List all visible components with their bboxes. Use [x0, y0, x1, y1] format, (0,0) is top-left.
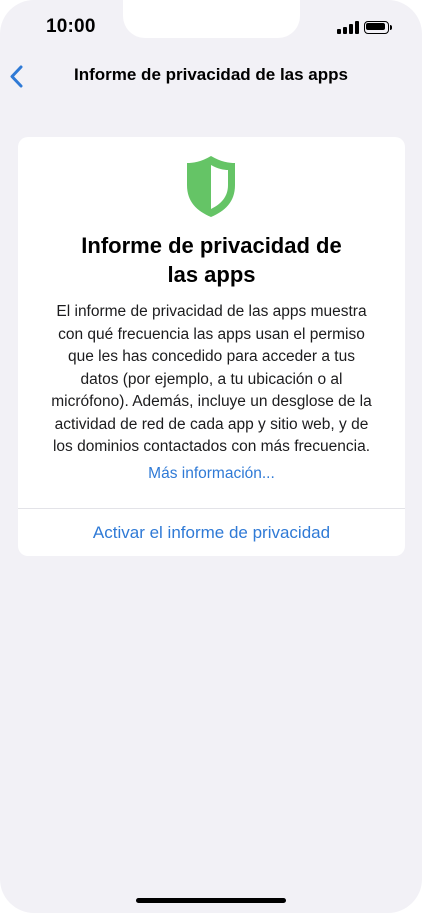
description-line: micrófono). Además, incluye un desglose …: [51, 393, 372, 410]
activate-privacy-report-button[interactable]: Activar el informe de privacidad: [18, 509, 405, 556]
shield-icon: [187, 156, 235, 217]
battery-icon: [364, 21, 392, 34]
navigation-bar: Informe de privacidad de las apps: [0, 54, 422, 98]
phone-screen: 10:00 Informe de privacidad de las apps …: [0, 0, 422, 913]
card-title-line: Informe de privacidad de: [81, 233, 342, 258]
card-title: Informe de privacidad de las apps: [48, 231, 375, 289]
status-time: 10:00: [46, 16, 96, 37]
description-line: los dominios contactados con más frecuen…: [52, 438, 371, 455]
description-line: datos (por ejemplo, a tu ubicación o al: [80, 370, 343, 388]
description-line: El informe de privacidad de las apps mue…: [56, 303, 367, 320]
card-description: El informe de privacidad de las apps mue…: [28, 301, 395, 459]
card-title-line: las apps: [167, 262, 256, 287]
description-line: con qué frecuencia las apps usan el perm…: [58, 325, 365, 343]
back-button[interactable]: [6, 60, 34, 92]
cellular-signal-icon: [337, 21, 359, 34]
description-line: actividad de red de cada app y sitio web…: [54, 415, 369, 433]
more-info-link[interactable]: Más información...: [18, 465, 405, 483]
page-title: Informe de privacidad de las apps: [74, 65, 348, 84]
privacy-report-card: Informe de privacidad de las apps El inf…: [18, 137, 405, 556]
chevron-left-icon: [10, 65, 23, 88]
home-indicator[interactable]: [136, 898, 286, 903]
status-bar: 10:00: [0, 0, 422, 54]
description-line: que les has concedido para acceder a tus: [68, 348, 355, 365]
